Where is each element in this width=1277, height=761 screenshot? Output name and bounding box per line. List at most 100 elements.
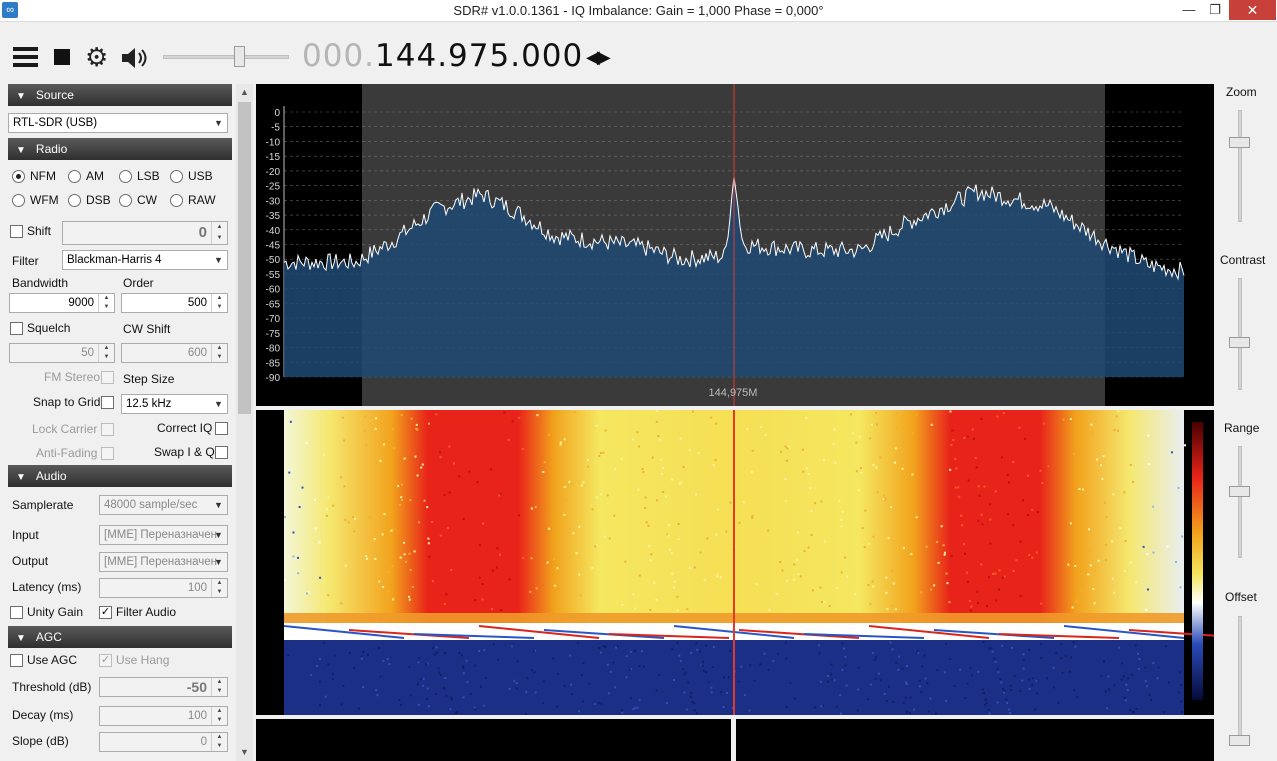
tune-arrows-icon[interactable]: ◀▶ — [586, 47, 611, 68]
antifading-checkbox[interactable] — [101, 447, 114, 460]
scroll-down-icon[interactable]: ▼ — [236, 744, 253, 761]
bandwidth-input[interactable]: 9000 ▲ ▼ — [9, 293, 115, 313]
spectrum-analyzer[interactable]: 0 -5 -10 -15 -20 -25 -30 -35 -40 -45 -50 -55 -60 -65 -… — [256, 84, 1214, 406]
input-device-select[interactable]: [MME] Переназначен ▼ — [99, 525, 228, 545]
spin-up-icon[interactable]: ▲ — [212, 733, 227, 742]
mode-radio-usb[interactable] — [170, 170, 183, 183]
squelch-input[interactable]: 50 ▲ ▼ — [9, 343, 115, 363]
noise-speck — [521, 448, 524, 451]
usehang-checkbox[interactable]: ✓ — [99, 654, 112, 667]
unitygain-checkbox[interactable] — [10, 606, 23, 619]
mode-radio-cw[interactable] — [119, 194, 132, 207]
noise-speck — [665, 702, 668, 704]
frequency-value[interactable]: 144.975.000 — [375, 38, 583, 74]
radio-header[interactable]: ▼ Radio — [8, 138, 232, 160]
stepsize-select[interactable]: 12.5 kHz ▼ — [121, 394, 228, 414]
chevron-down-icon[interactable]: ▼ — [210, 114, 227, 132]
filteraudio-checkbox[interactable]: ✓ — [99, 606, 112, 619]
gear-icon[interactable]: ⚙ — [85, 44, 111, 70]
mode-radio-am[interactable] — [68, 170, 81, 183]
volume-slider-track[interactable] — [163, 55, 289, 59]
swapiq-checkbox[interactable] — [215, 446, 228, 459]
correctiq-checkbox[interactable] — [215, 422, 228, 435]
chevron-down-icon[interactable]: ▼ — [210, 395, 227, 413]
filter-select[interactable]: Blackman-Harris 4 ▼ — [62, 250, 228, 270]
output-device-select[interactable]: [MME] Переназначен ▼ — [99, 552, 228, 572]
cwshift-input[interactable]: 600 ▲ ▼ — [121, 343, 228, 363]
shift-checkbox[interactable] — [10, 225, 23, 238]
spectrum-plot[interactable]: 0 -5 -10 -15 -20 -25 -30 -35 -40 -45 -50 -55 -60 -65 -… — [256, 84, 1214, 406]
spin-down-icon[interactable]: ▼ — [212, 742, 227, 751]
spin-up-icon[interactable]: ▲ — [212, 678, 227, 687]
agc-header[interactable]: ▼ AGC — [8, 626, 232, 648]
slope-input[interactable]: 0 ▲ ▼ — [99, 732, 228, 752]
mode-radio-raw[interactable] — [170, 194, 183, 207]
spin-down-icon[interactable]: ▼ — [212, 233, 227, 244]
contrast-slider-thumb[interactable] — [1229, 336, 1250, 348]
mode-radio-wfm[interactable] — [12, 194, 25, 207]
zoom-slider-thumb[interactable] — [1229, 137, 1250, 149]
spin-down-icon[interactable]: ▼ — [212, 303, 227, 312]
chevron-down-icon[interactable]: ▼ — [210, 553, 227, 571]
stop-icon[interactable] — [54, 49, 70, 65]
close-button[interactable]: ✕ — [1229, 0, 1276, 20]
spin-up-icon[interactable]: ▲ — [99, 344, 114, 353]
spin-down-icon[interactable]: ▼ — [212, 588, 227, 597]
chevron-down-icon[interactable]: ▼ — [210, 496, 227, 514]
offset-slider-track[interactable] — [1238, 616, 1242, 746]
fmstereo-checkbox[interactable] — [101, 371, 114, 384]
snap-checkbox[interactable] — [101, 396, 114, 409]
shift-input[interactable]: 0 ▲ ▼ — [62, 221, 228, 245]
spin-up-icon[interactable]: ▲ — [212, 344, 227, 353]
offset-slider-thumb[interactable] — [1229, 735, 1250, 746]
source-device-select[interactable]: RTL-SDR (USB) ▼ — [8, 113, 228, 133]
chevron-down-icon[interactable]: ▼ — [210, 251, 227, 269]
range-slider-thumb[interactable] — [1229, 486, 1250, 498]
spin-down-icon[interactable]: ▼ — [212, 687, 227, 696]
samplerate-select[interactable]: 48000 sample/sec ▼ — [99, 495, 228, 515]
control-panel-scrollbar[interactable]: ▲ ▼ — [236, 84, 253, 761]
spin-down-icon[interactable]: ▼ — [99, 353, 114, 362]
spin-up-icon[interactable]: ▲ — [212, 294, 227, 303]
noise-speck — [871, 580, 874, 583]
threshold-input[interactable]: -50 ▲ ▼ — [99, 677, 228, 697]
source-header[interactable]: ▼ Source — [8, 84, 232, 106]
noise-speck — [917, 651, 920, 654]
mode-radio-lsb[interactable] — [119, 170, 132, 183]
spin-up-icon[interactable]: ▲ — [212, 222, 227, 233]
scroll-up-icon[interactable]: ▲ — [236, 84, 253, 101]
menu-icon[interactable] — [13, 47, 38, 67]
useagc-checkbox[interactable] — [10, 654, 23, 667]
frequency-display[interactable]: 000.144.975.000 — [302, 38, 583, 74]
latency-input[interactable]: 100 ▲ ▼ — [99, 578, 228, 598]
noise-speck — [1126, 677, 1129, 680]
chevron-down-icon[interactable]: ▼ — [210, 526, 227, 544]
spin-down-icon[interactable]: ▼ — [99, 303, 114, 312]
minimize-button[interactable]: — — [1176, 0, 1202, 20]
maximize-button[interactable]: ❐ — [1202, 0, 1228, 20]
frequency-prefix[interactable]: 000. — [302, 38, 375, 74]
decay-input[interactable]: 100 ▲ ▼ — [99, 706, 228, 726]
waterfall-plot[interactable] — [256, 410, 1214, 715]
volume-slider-thumb[interactable] — [234, 46, 246, 67]
order-input[interactable]: 500 ▲ ▼ — [121, 293, 228, 313]
speaker-icon[interactable] — [120, 45, 148, 71]
spin-up-icon[interactable]: ▲ — [212, 579, 227, 588]
noise-speck — [768, 608, 771, 611]
range-slider-track[interactable] — [1238, 446, 1242, 558]
scrollbar-thumb[interactable] — [238, 102, 251, 414]
spin-down-icon[interactable]: ▼ — [212, 353, 227, 362]
zoom-slider-track[interactable] — [1238, 110, 1242, 222]
noise-speck — [1028, 554, 1031, 557]
spin-up-icon[interactable]: ▲ — [212, 707, 227, 716]
contrast-slider-track[interactable] — [1238, 278, 1242, 390]
spin-up-icon[interactable]: ▲ — [99, 294, 114, 303]
spin-down-icon[interactable]: ▼ — [212, 716, 227, 725]
mode-radio-dsb[interactable] — [68, 194, 81, 207]
mode-radio-nfm[interactable] — [12, 170, 25, 183]
noise-speck — [404, 560, 407, 563]
audio-header[interactable]: ▼ Audio — [8, 465, 232, 487]
lockcarrier-checkbox[interactable] — [101, 423, 114, 436]
waterfall-display[interactable] — [256, 410, 1214, 715]
squelch-checkbox[interactable] — [10, 322, 23, 335]
